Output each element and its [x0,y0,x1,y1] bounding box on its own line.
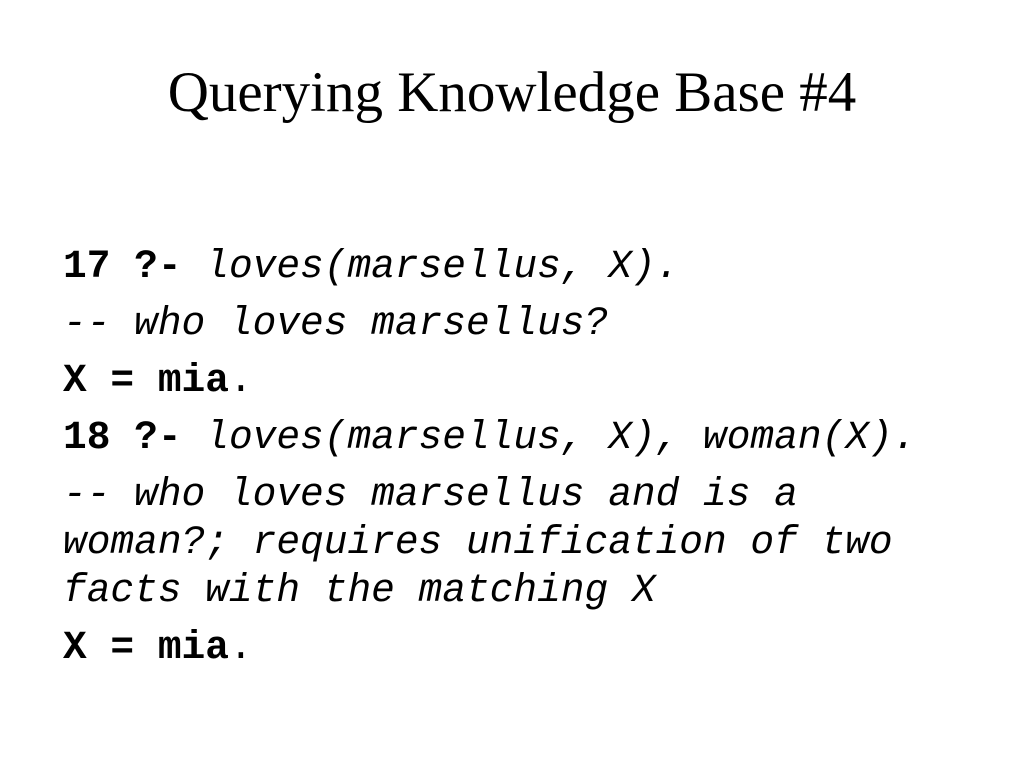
answer-period: . [228,625,253,670]
answer-line: X = mia. [63,357,963,405]
query-text: loves(marsellus, X), woman(X). [205,415,917,460]
comment-line: -- who loves marsellus? [63,301,609,346]
query-prompt: 17 ?- [63,244,206,289]
answer-text: X = mia [63,625,229,670]
query-line: 17 ?- loves(marsellus, X). [63,243,963,291]
query-prompt: 18 ?- [63,415,206,460]
query-line: 18 ?- loves(marsellus, X), woman(X). [63,414,963,462]
comment-line: -- who loves marsellus and is a woman?; … [63,472,917,613]
answer-text: X = mia [63,358,229,403]
answer-period: . [228,358,253,403]
slide-title: Querying Knowledge Base #4 [167,61,857,124]
query-text: loves(marsellus, X). [205,244,680,289]
answer-line: X = mia. [63,624,963,672]
slide-body: 17 ?- loves(marsellus, X). -- who loves … [63,243,963,681]
